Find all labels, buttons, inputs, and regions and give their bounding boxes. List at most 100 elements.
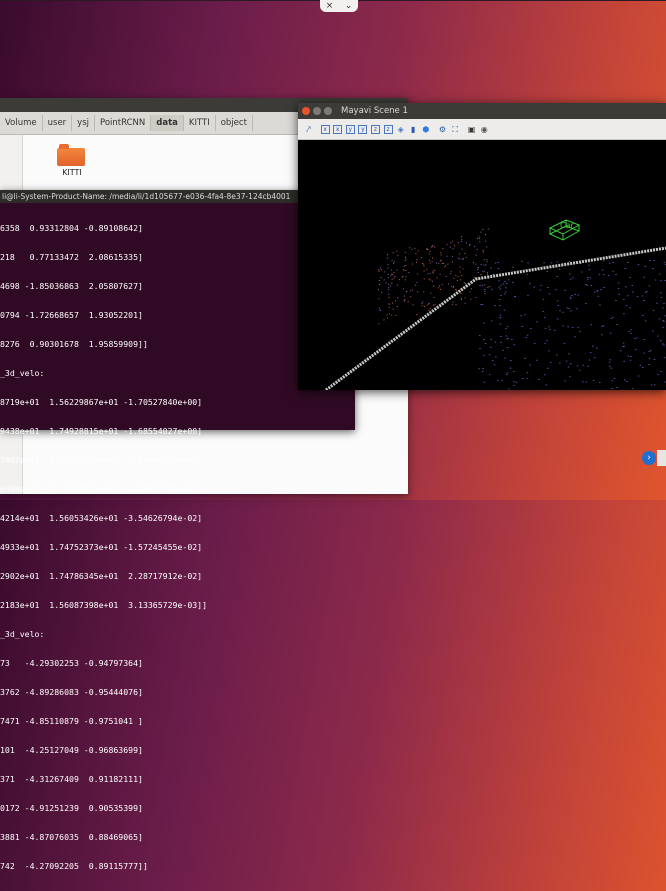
breadcrumb-kitti[interactable]: KITTI: [184, 115, 216, 131]
point: [514, 344, 516, 345]
view-z-icon[interactable]: z: [371, 125, 380, 134]
point: [500, 336, 502, 337]
settings-icon[interactable]: ◉: [480, 125, 489, 134]
point: [406, 259, 407, 260]
point: [436, 263, 437, 264]
point: [632, 292, 634, 293]
point: [378, 323, 379, 324]
point: [469, 245, 470, 246]
point: [499, 299, 501, 300]
point: [488, 229, 489, 230]
point: [379, 308, 380, 309]
point: [574, 336, 576, 337]
point: [569, 376, 571, 377]
point: [462, 259, 463, 260]
point: [589, 360, 591, 361]
point: [455, 275, 456, 276]
view-x-icon[interactable]: x: [321, 125, 330, 134]
axes-icon[interactable]: ⤤: [304, 125, 313, 134]
point: [394, 261, 395, 262]
point: [478, 267, 479, 268]
view-y-icon[interactable]: y: [346, 125, 355, 134]
point: [487, 274, 488, 275]
notch-close-icon[interactable]: ×: [326, 1, 334, 11]
point: [482, 371, 484, 372]
pipeline-icon[interactable]: ⚙: [438, 125, 447, 134]
minimize-button[interactable]: [313, 107, 321, 115]
point: [635, 349, 637, 350]
point: [604, 287, 606, 288]
point: [572, 327, 574, 328]
point: [486, 259, 487, 260]
notch-chevron-down-icon[interactable]: ⌄: [345, 1, 353, 11]
point: [662, 308, 664, 309]
point: [465, 297, 466, 298]
3d-scene-view[interactable]: Car: [298, 140, 666, 390]
save-icon[interactable]: ▣: [467, 125, 476, 134]
point: [632, 388, 634, 389]
point: [596, 348, 598, 349]
point: [612, 317, 614, 318]
point: [506, 339, 508, 340]
mayavi-titlebar[interactable]: Mayavi Scene 1: [298, 103, 666, 119]
breadcrumb-ysj[interactable]: ysj: [72, 115, 95, 131]
point: [644, 300, 646, 301]
point: [421, 257, 422, 258]
point: [479, 238, 480, 239]
point: [645, 321, 647, 322]
point: [507, 347, 509, 348]
iso-view-icon[interactable]: ◈: [396, 125, 405, 134]
point: [609, 263, 611, 264]
breadcrumb-object[interactable]: object: [216, 115, 253, 131]
point: [659, 274, 661, 275]
point: [566, 361, 568, 362]
point: [453, 301, 454, 302]
point: [549, 329, 551, 330]
point: [452, 241, 453, 242]
view-z-neg-icon[interactable]: z: [384, 125, 393, 134]
point: [388, 274, 389, 275]
breadcrumb-data[interactable]: data: [151, 115, 184, 131]
folder-label-kitti[interactable]: KITTI: [55, 168, 89, 177]
breadcrumb-volume[interactable]: Volume: [0, 115, 43, 131]
point: [430, 263, 431, 264]
point: [527, 372, 529, 373]
point: [507, 326, 509, 327]
folder-icon[interactable]: [57, 148, 85, 166]
point: [662, 344, 664, 345]
chevron-right-icon[interactable]: ›: [642, 451, 656, 465]
point: [422, 302, 423, 303]
point: [634, 338, 636, 339]
parallel-projection-icon[interactable]: ▮: [409, 125, 418, 134]
point: [430, 308, 431, 309]
mayavi-window: Mayavi Scene 1 ⤤ x x y y z z ◈ ▮ ⬢ ⚙ ⛶ ▣…: [298, 103, 666, 390]
point: [618, 283, 620, 284]
point: [498, 262, 500, 263]
point: [508, 389, 510, 390]
point: [503, 350, 505, 351]
point: [441, 254, 442, 255]
window-notch[interactable]: × ⌄: [320, 0, 358, 12]
side-panel-tab[interactable]: [657, 450, 666, 466]
point: [579, 331, 581, 332]
breadcrumb-user[interactable]: user: [43, 115, 73, 131]
close-button[interactable]: [302, 107, 310, 115]
breadcrumb-pointrcnn[interactable]: PointRCNN: [95, 115, 151, 131]
point: [405, 279, 406, 280]
fullscreen-icon[interactable]: ⛶: [451, 125, 460, 134]
point: [393, 272, 394, 273]
point: [484, 289, 486, 290]
point: [478, 272, 479, 273]
scene-config-icon[interactable]: ⬢: [421, 125, 430, 134]
view-x-neg-icon[interactable]: x: [333, 125, 342, 134]
point: [462, 249, 463, 250]
maximize-button[interactable]: [324, 107, 332, 115]
point: [590, 278, 592, 279]
terminal-line: 7407e+01 1.74962787e+01 -1.64694393e+00]: [0, 456, 355, 466]
point: [440, 274, 441, 275]
point: [615, 300, 617, 301]
point: [616, 324, 618, 325]
point: [479, 285, 481, 286]
view-y-neg-icon[interactable]: y: [358, 125, 367, 134]
terminal-line: 4933e+01 1.74752373e+01 -1.57245455e-02]: [0, 543, 355, 553]
